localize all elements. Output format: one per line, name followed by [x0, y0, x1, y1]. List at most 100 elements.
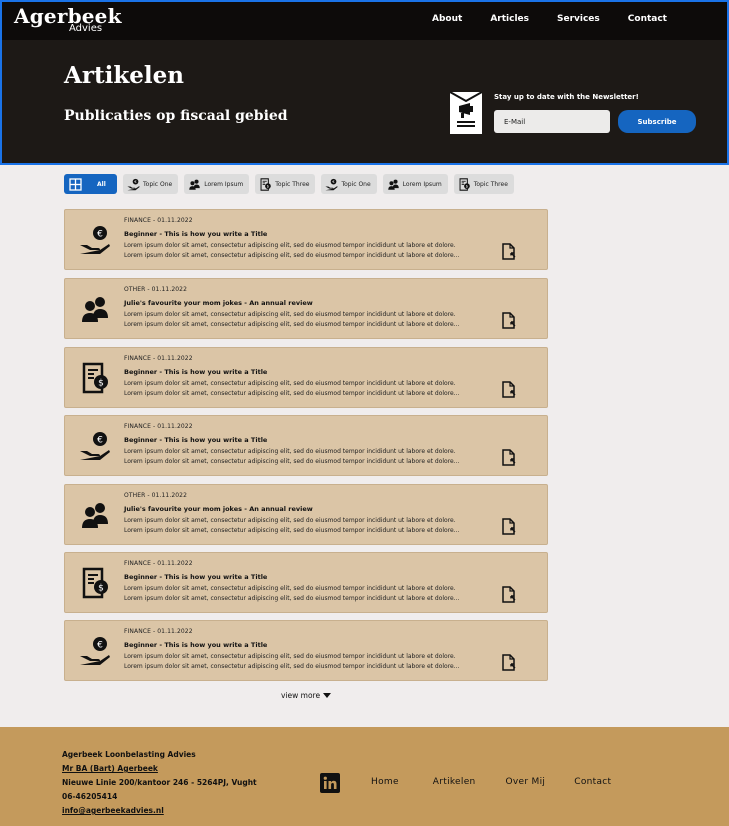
article-title: Beginner - This is how you write a Title	[124, 573, 268, 581]
article-card[interactable]: $ FINANCE - 01.11.2022 Beginner - This i…	[64, 552, 548, 613]
grid-icon	[69, 177, 82, 191]
nav-services[interactable]: Services	[557, 14, 600, 24]
document-link-icon[interactable]	[501, 654, 517, 671]
filter-chip-all[interactable]: All	[64, 174, 117, 194]
article-meta: OTHER - 01.11.2022	[124, 492, 187, 499]
filter-chip-label: Topic One	[143, 180, 173, 188]
svg-text:$: $	[98, 379, 104, 389]
newsletter-label: Stay up to date with the Newsletter!	[494, 93, 639, 101]
article-meta: FINANCE - 01.11.2022	[124, 423, 193, 430]
article-title: Beginner - This is how you write a Title	[124, 436, 268, 444]
coin-hand-icon: €	[80, 637, 110, 665]
site-footer: Agerbeek Loonbelasting Advies Mr BA (Bar…	[0, 727, 729, 826]
invoice-icon: $	[82, 362, 108, 394]
people-icon	[82, 297, 108, 322]
article-title: Julie's favourite your mom jokes - An an…	[124, 299, 313, 307]
article-excerpt: Lorem ipsum dolor sit amet, consectetur …	[124, 517, 460, 534]
filter-chip-label: Topic Three	[473, 180, 508, 188]
document-link-icon[interactable]	[501, 518, 517, 535]
filter-chip-label: Lorem Ipsum	[204, 180, 244, 188]
article-excerpt: Lorem ipsum dolor sit amet, consectetur …	[124, 585, 460, 602]
article-card[interactable]: OTHER - 01.11.2022 Julie's favourite you…	[64, 278, 548, 339]
document-link-icon[interactable]	[501, 243, 517, 260]
view-more-label: view more	[281, 691, 321, 700]
document-link-icon[interactable]	[501, 449, 517, 466]
logo-main-text: Agerbeek	[14, 4, 122, 28]
footer-person-link[interactable]: Mr BA (Bart) Agerbeek	[62, 762, 257, 776]
filter-chip-topic-one[interactable]: € Topic One	[123, 174, 179, 194]
filter-chip-lorem-ipsum[interactable]: Lorem Ipsum	[184, 174, 250, 194]
page-title: Artikelen	[64, 62, 184, 89]
people-icon	[82, 503, 108, 528]
article-card[interactable]: OTHER - 01.11.2022 Julie's favourite you…	[64, 484, 548, 545]
footer-nav-over-mij[interactable]: Over Mij	[506, 777, 546, 787]
coin-hand-icon: €	[127, 178, 140, 190]
coin-hand-icon: €	[80, 226, 110, 254]
top-navbar: Agerbeek Advies About Articles Services …	[2, 2, 727, 40]
people-icon	[189, 179, 200, 190]
megaphone-icon	[449, 91, 483, 134]
main-nav: About Articles Services Contact	[432, 14, 667, 24]
article-card[interactable]: € FINANCE - 01.11.2022 Beginner - This i…	[64, 415, 548, 476]
article-excerpt: Lorem ipsum dolor sit amet, consectetur …	[124, 311, 460, 328]
svg-text:€: €	[97, 641, 103, 651]
article-excerpt: Lorem ipsum dolor sit amet, consectetur …	[124, 653, 460, 670]
linkedin-icon[interactable]	[320, 773, 340, 793]
nav-articles[interactable]: Articles	[490, 14, 529, 24]
article-card[interactable]: € FINANCE - 01.11.2022 Beginner - This i…	[64, 209, 548, 270]
article-meta: FINANCE - 01.11.2022	[124, 560, 193, 567]
article-excerpt: Lorem ipsum dolor sit amet, consectetur …	[124, 448, 460, 465]
invoice-icon: $	[82, 567, 108, 599]
topic-filters: All € Topic One Lorem Ipsum $ Topic Thre…	[64, 174, 514, 194]
svg-text:€: €	[97, 230, 103, 240]
footer-company: Agerbeek Loonbelasting Advies	[62, 750, 196, 759]
article-excerpt: Lorem ipsum dolor sit amet, consectetur …	[124, 380, 460, 397]
document-link-icon[interactable]	[501, 312, 517, 329]
article-title: Julie's favourite your mom jokes - An an…	[124, 505, 313, 513]
footer-nav-artikelen[interactable]: Artikelen	[433, 777, 476, 787]
nav-contact[interactable]: Contact	[628, 14, 667, 24]
article-card[interactable]: $ FINANCE - 01.11.2022 Beginner - This i…	[64, 347, 548, 408]
footer-nav-home[interactable]: Home	[371, 777, 399, 787]
article-title: Beginner - This is how you write a Title	[124, 641, 268, 649]
filter-chip-topic-three[interactable]: $ Topic Three	[453, 174, 514, 194]
coin-hand-icon: €	[325, 178, 339, 190]
people-icon	[387, 179, 399, 190]
article-title: Beginner - This is how you write a Title	[124, 368, 268, 376]
page-subtitle: Publicaties op fiscaal gebied	[64, 108, 288, 124]
filter-chip-lorem-ipsum[interactable]: Lorem Ipsum	[382, 174, 448, 194]
coin-hand-icon: €	[80, 432, 110, 460]
article-meta: FINANCE - 01.11.2022	[124, 355, 193, 362]
document-link-icon[interactable]	[501, 586, 517, 603]
subscribe-button[interactable]: Subscribe	[618, 110, 696, 133]
article-title: Beginner - This is how you write a Title	[124, 230, 268, 238]
view-more-button[interactable]: view more	[281, 691, 332, 700]
article-excerpt: Lorem ipsum dolor sit amet, consectetur …	[124, 242, 460, 259]
footer-nav: Home Artikelen Over Mij Contact	[371, 777, 611, 787]
svg-text:$: $	[98, 584, 104, 594]
footer-nav-contact[interactable]: Contact	[574, 777, 611, 787]
article-meta: FINANCE - 01.11.2022	[124, 628, 193, 635]
nav-about[interactable]: About	[432, 14, 462, 24]
site-logo[interactable]: Agerbeek Advies	[14, 5, 122, 35]
footer-address: Nieuwe Linie 200/kantoor 246 - 5264PJ, V…	[62, 778, 257, 787]
filter-chip-label: Topic One	[341, 180, 371, 188]
article-card[interactable]: € FINANCE - 01.11.2022 Beginner - This i…	[64, 620, 548, 681]
invoice-icon: $	[260, 177, 272, 191]
svg-text:€: €	[97, 436, 103, 446]
filter-chip-topic-one[interactable]: € Topic One	[321, 174, 377, 194]
invoice-icon: $	[459, 177, 470, 191]
filter-chip-label: All	[97, 180, 106, 188]
filter-chip-topic-three[interactable]: $ Topic Three	[255, 174, 316, 194]
document-link-icon[interactable]	[501, 381, 517, 398]
caret-down-icon	[323, 693, 332, 698]
article-meta: OTHER - 01.11.2022	[124, 286, 187, 293]
footer-contact-info: Agerbeek Loonbelasting Advies Mr BA (Bar…	[62, 748, 257, 818]
hero-header: Agerbeek Advies About Articles Services …	[0, 0, 729, 165]
article-meta: FINANCE - 01.11.2022	[124, 217, 193, 224]
filter-chip-label: Topic Three	[275, 180, 310, 188]
footer-phone: 06-46205414	[62, 792, 118, 801]
email-field[interactable]	[494, 110, 610, 133]
footer-email-link[interactable]: info@agerbeekadvies.nl	[62, 804, 257, 818]
filter-chip-label: Lorem Ipsum	[402, 180, 442, 188]
